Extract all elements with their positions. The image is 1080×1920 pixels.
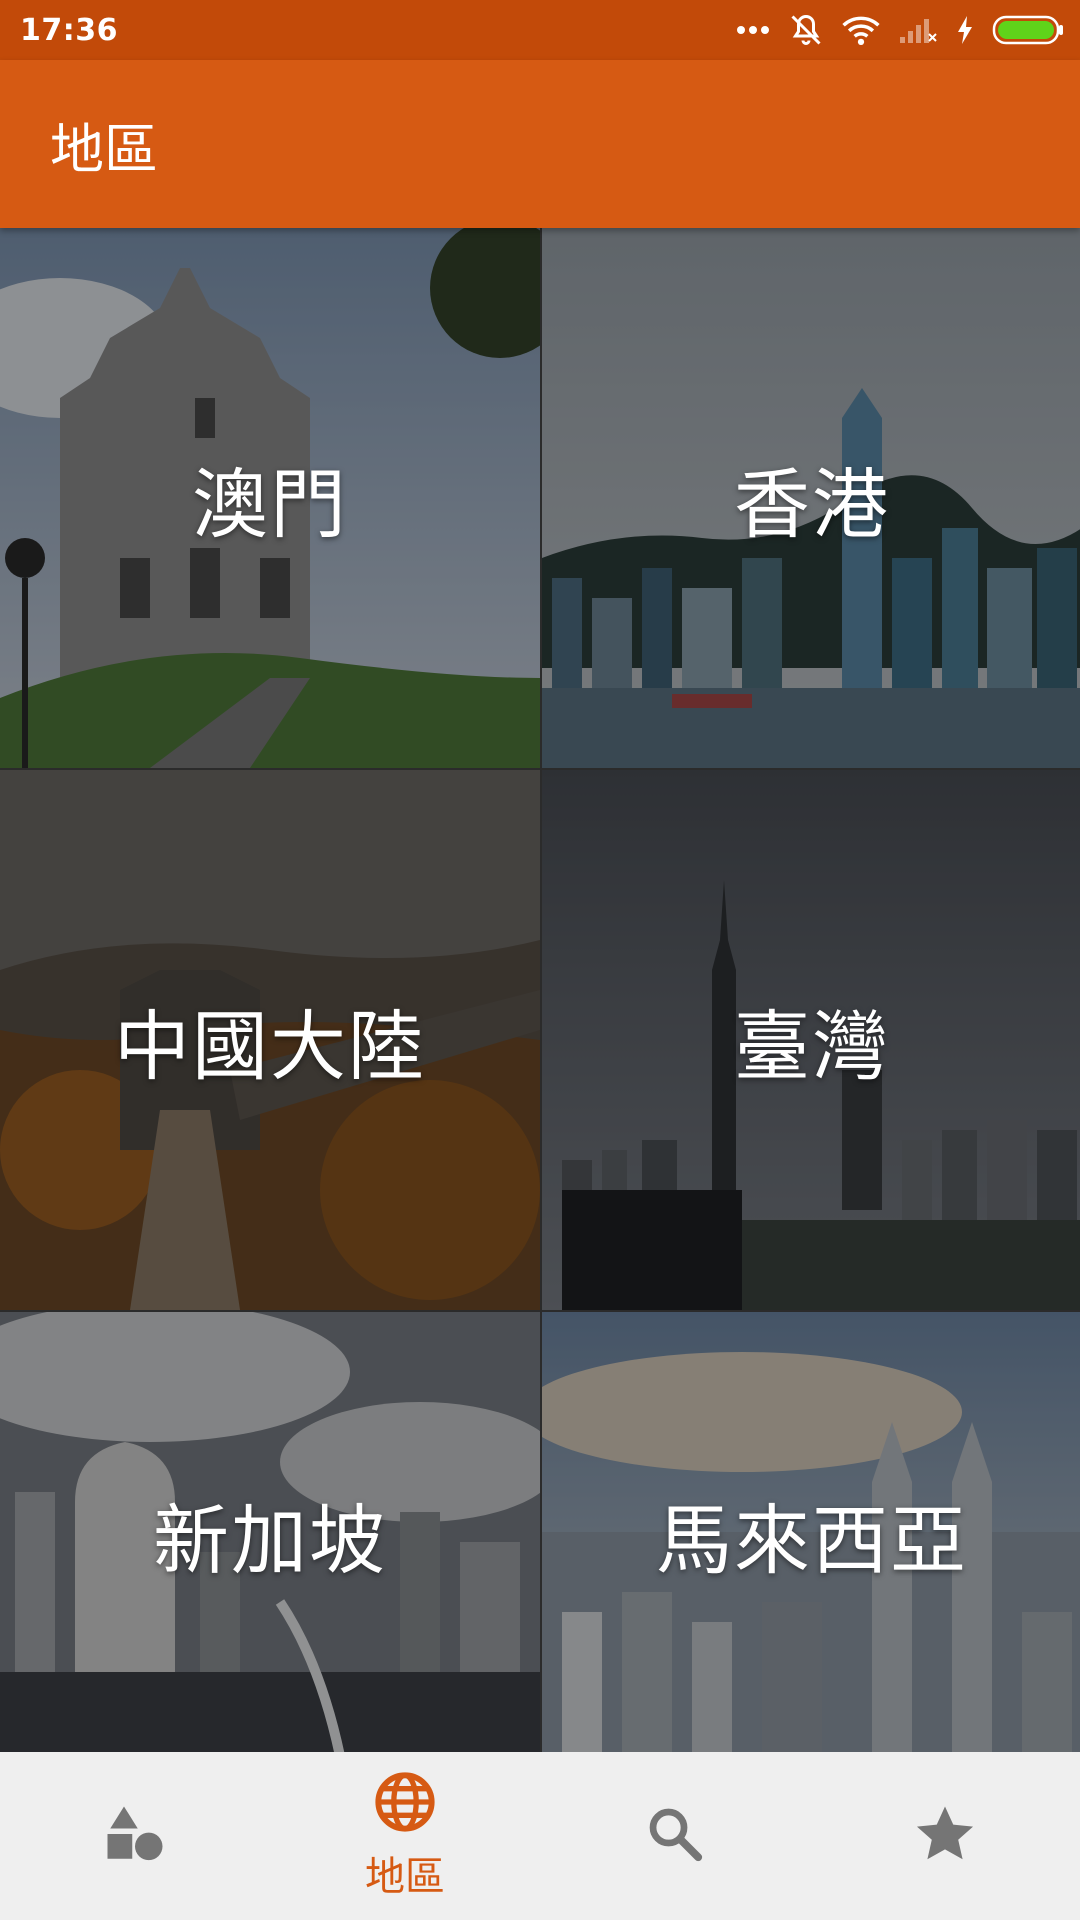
more-dots-icon (736, 25, 770, 35)
region-label: 馬來西亞 (656, 1496, 968, 1585)
region-grid: 澳門 香港 中國大陸 臺灣 新加坡 馬來西亞 (0, 228, 1080, 1756)
bell-muted-icon (788, 12, 824, 48)
page-title: 地區 (50, 117, 158, 181)
region-tile-macau[interactable]: 澳門 (0, 228, 540, 768)
nav-item-favorites[interactable] (810, 1752, 1080, 1920)
charging-icon (956, 15, 974, 45)
nav-label-regions: 地區 (365, 1854, 445, 1900)
nav-item-categories[interactable] (0, 1752, 270, 1920)
region-label: 新加坡 (153, 1496, 387, 1585)
wifi-icon (842, 14, 880, 46)
nav-item-regions[interactable]: 地區 (270, 1752, 540, 1920)
status-bar: 17:36 (0, 0, 1080, 60)
region-label: 中國大陸 (114, 1002, 426, 1091)
region-tile-mainland-china[interactable]: 中國大陸 (0, 770, 540, 1310)
region-tile-hong-kong[interactable]: 香港 (542, 228, 1080, 768)
region-label: 澳門 (192, 460, 348, 549)
battery-icon (992, 14, 1064, 46)
signal-icon (898, 15, 938, 45)
app-bar: 地區 (0, 60, 1080, 228)
region-label: 香港 (734, 460, 890, 549)
nav-item-search[interactable] (540, 1752, 810, 1920)
region-tile-malaysia[interactable]: 馬來西亞 (542, 1312, 1080, 1756)
search-icon (644, 1803, 706, 1869)
shapes-icon (102, 1801, 168, 1871)
region-tile-taiwan[interactable]: 臺灣 (542, 770, 1080, 1310)
status-time: 17:36 (20, 12, 118, 48)
star-icon (912, 1801, 978, 1871)
region-tile-singapore[interactable]: 新加坡 (0, 1312, 540, 1756)
bottom-navigation: 地區 (0, 1752, 1080, 1920)
region-label: 臺灣 (734, 1002, 890, 1091)
globe-icon (373, 1770, 437, 1838)
status-icons (736, 12, 1064, 48)
